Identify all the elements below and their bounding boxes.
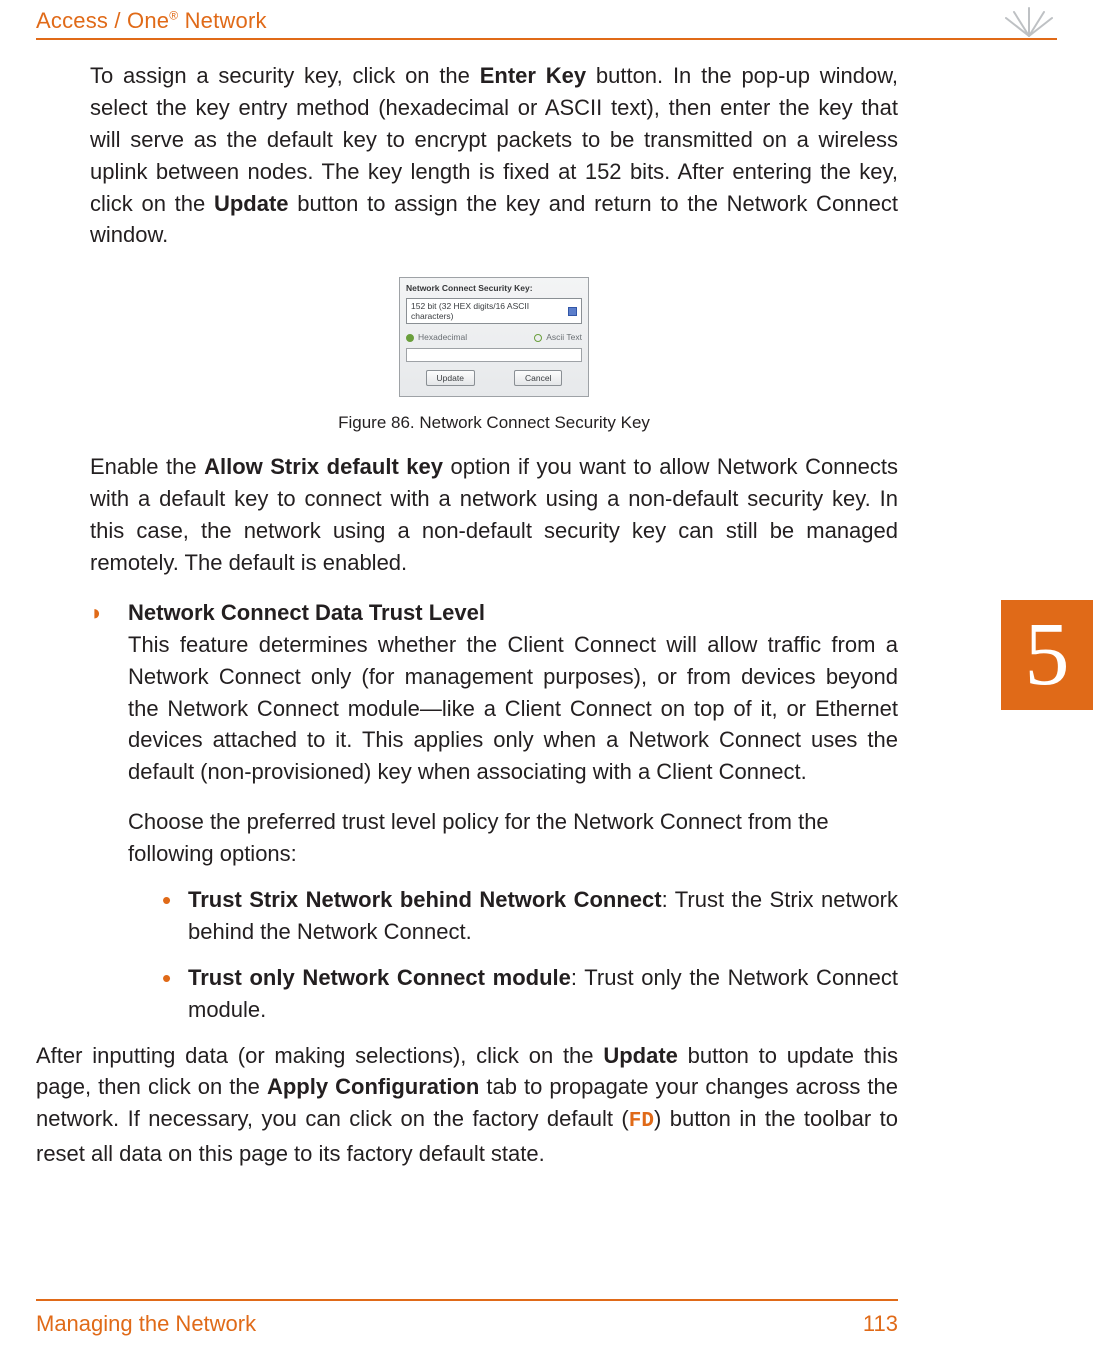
body-content: To assign a security key, click on the E… bbox=[90, 60, 898, 1188]
dialog-title: Network Connect Security Key: bbox=[406, 283, 582, 293]
bold-update-2: Update bbox=[603, 1043, 678, 1068]
header-title-pre: Access / One bbox=[36, 8, 169, 33]
bold-update: Update bbox=[214, 191, 289, 216]
dialog-cancel-button[interactable]: Cancel bbox=[514, 370, 562, 386]
footer-rule bbox=[36, 1299, 898, 1301]
bold-allow-strix: Allow Strix default key bbox=[204, 454, 443, 479]
header-title-sup: ® bbox=[169, 9, 178, 23]
bullet-header: Network Connect Data Trust Level bbox=[128, 597, 898, 629]
paragraph-after-input: After inputting data (or making selectio… bbox=[36, 1040, 898, 1170]
sub-bullet-list: Trust Strix Network behind Network Conne… bbox=[90, 884, 898, 1026]
radio-ascii[interactable]: Ascii Text bbox=[534, 332, 582, 342]
dropdown-caret-icon bbox=[568, 307, 577, 316]
header-title: Access / One® Network bbox=[36, 8, 267, 33]
chapter-tab: 5 bbox=[1001, 600, 1093, 710]
paragraph-allow-strix: Enable the Allow Strix default key optio… bbox=[90, 451, 898, 579]
sub-bullet-trust-module: Trust only Network Connect module: Trust… bbox=[162, 962, 898, 1026]
header-rule bbox=[36, 38, 1057, 40]
figure-86: Network Connect Security Key: 152 bit (3… bbox=[90, 277, 898, 433]
figure-caption: Figure 86. Network Connect Security Key bbox=[90, 413, 898, 433]
page-header: Access / One® Network bbox=[36, 8, 1057, 46]
brand-logo-icon bbox=[1001, 2, 1057, 38]
fd-button-label: FD bbox=[629, 1110, 654, 1133]
figure-dialog-box: Network Connect Security Key: 152 bit (3… bbox=[399, 277, 589, 397]
chapter-number: 5 bbox=[1025, 605, 1070, 704]
radio-hexadecimal[interactable]: Hexadecimal bbox=[406, 332, 467, 342]
dialog-update-button[interactable]: Update bbox=[426, 370, 475, 386]
footer-section-title: Managing the Network bbox=[36, 1311, 256, 1337]
bullet-para-1: This feature determines whether the Clie… bbox=[128, 629, 898, 788]
bold-apply-config: Apply Configuration bbox=[267, 1074, 479, 1099]
footer-page-number: 113 bbox=[863, 1311, 898, 1337]
header-title-post: Network bbox=[178, 8, 266, 33]
sub-bullet-trust-network: Trust Strix Network behind Network Conne… bbox=[162, 884, 898, 948]
bullet-trust-level: Network Connect Data Trust Level This fe… bbox=[90, 597, 898, 870]
paragraph-enter-key: To assign a security key, click on the E… bbox=[90, 60, 898, 251]
bullet-para-2: Choose the preferred trust level policy … bbox=[128, 806, 898, 870]
dialog-select[interactable]: 152 bit (32 HEX digits/16 ASCII characte… bbox=[406, 298, 582, 324]
bold-enter-key: Enter Key bbox=[480, 63, 586, 88]
dialog-key-input[interactable] bbox=[406, 348, 582, 362]
